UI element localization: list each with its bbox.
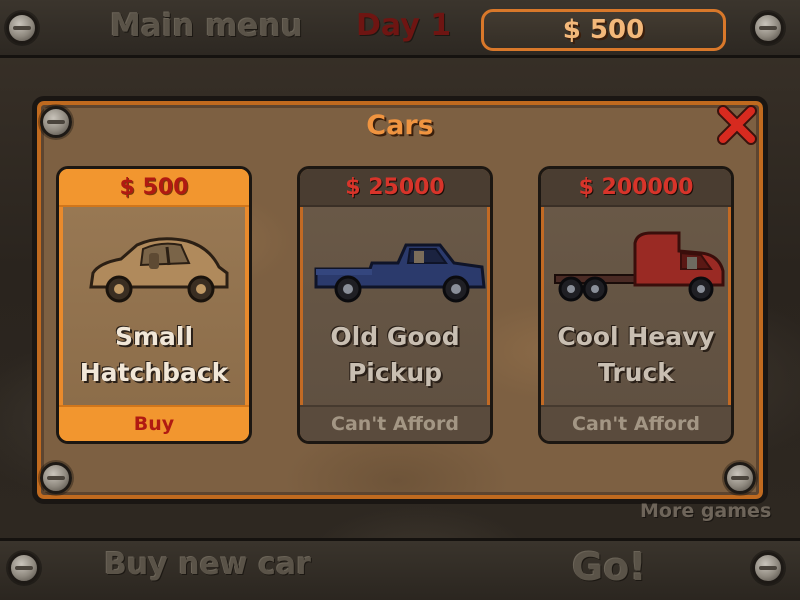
bolt-icon <box>752 12 784 44</box>
car-name-line1: Cool Heavy <box>557 322 715 351</box>
go-button[interactable]: Go! <box>572 545 647 589</box>
bolt-icon <box>6 12 38 44</box>
car-card-small-hatchback[interactable]: $ 500 Small Hatchback Buy <box>56 166 252 444</box>
car-name: Small Hatchback <box>59 319 249 391</box>
semi-truck-icon <box>554 231 725 302</box>
car-name-line2: Hatchback <box>79 358 229 387</box>
bolt-icon <box>724 462 756 494</box>
car-price: $ 500 <box>59 169 249 207</box>
day-indicator: Day 1 <box>356 8 452 43</box>
bolt-icon <box>752 552 784 584</box>
main-menu-button[interactable]: Main menu <box>110 8 303 44</box>
car-name-line2: Pickup <box>347 358 443 387</box>
car-price: $ 25000 <box>300 169 490 207</box>
car-card-cool-heavy-truck[interactable]: $ 200000 Cool Heavy Truck Can't Afford <box>538 166 734 444</box>
money-amount: $ 500 <box>562 15 645 45</box>
bolt-icon <box>8 552 40 584</box>
close-button[interactable] <box>714 102 760 148</box>
more-games-link[interactable]: More games <box>640 500 771 522</box>
car-name: Old Good Pickup <box>300 319 490 391</box>
car-name-line1: Small <box>114 322 194 351</box>
car-name-line2: Truck <box>598 358 674 387</box>
car-card-old-good-pickup[interactable]: $ 25000 Old Good Pickup Can't Afford <box>297 166 493 444</box>
buy-button[interactable]: Buy <box>59 405 249 441</box>
bolt-icon <box>40 462 72 494</box>
car-name-line1: Old Good <box>330 322 460 351</box>
buy-new-car-button[interactable]: Buy new car <box>104 547 311 582</box>
cant-afford-label: Can't Afford <box>541 405 731 441</box>
money-display: $ 500 <box>481 9 726 51</box>
car-name: Cool Heavy Truck <box>541 319 731 391</box>
car-price: $ 200000 <box>541 169 731 207</box>
pickup-truck-icon <box>314 243 486 303</box>
hatchback-car-icon <box>89 237 229 303</box>
close-x-icon <box>717 105 757 145</box>
cant-afford-label: Can't Afford <box>300 405 490 441</box>
dialog-title: Cars <box>366 110 434 141</box>
